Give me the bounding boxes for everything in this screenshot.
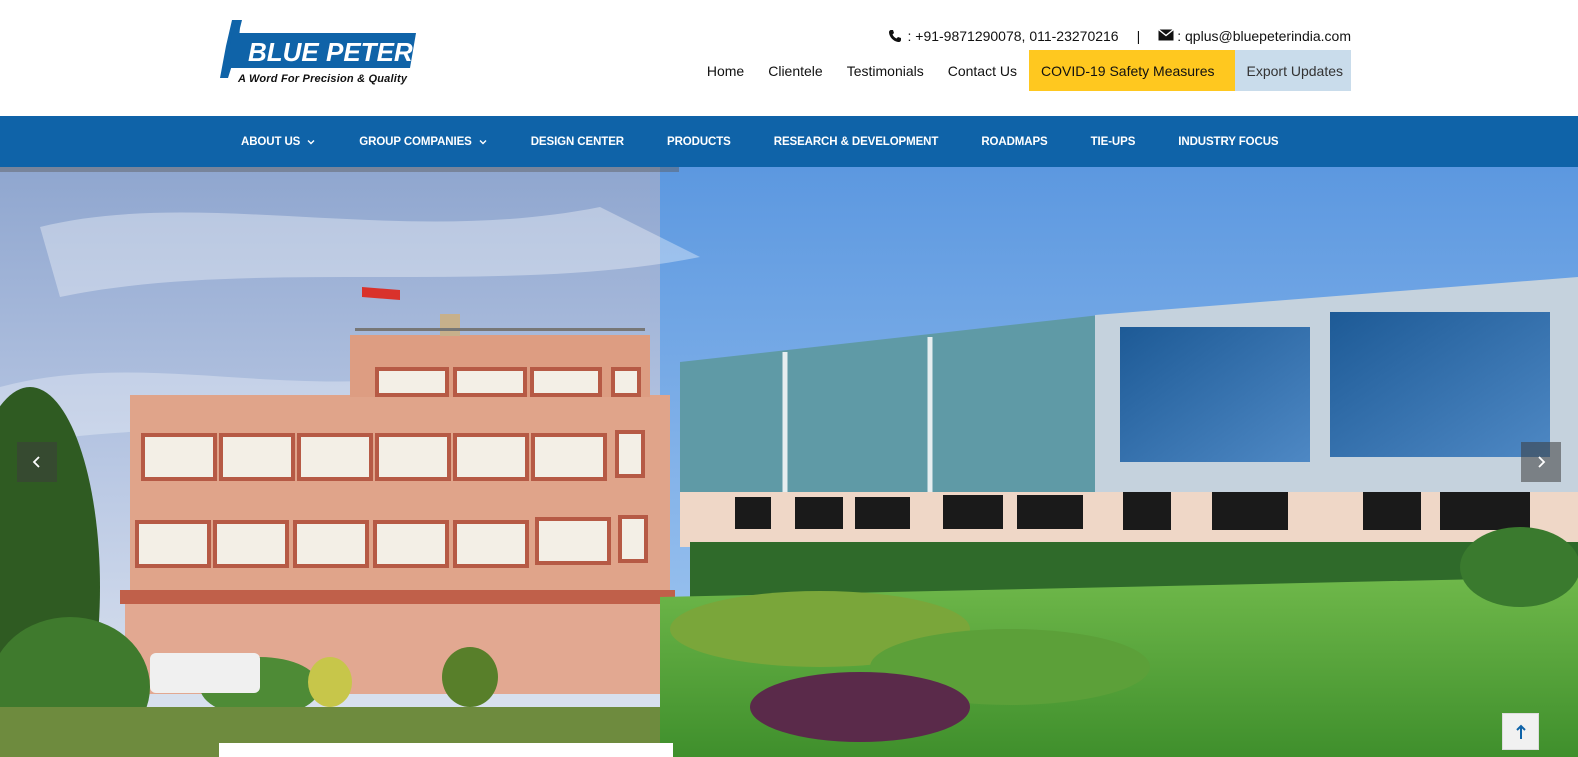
topnav-export-updates-button[interactable]: Export Updates bbox=[1234, 50, 1351, 91]
chevron-left-icon bbox=[31, 455, 43, 469]
nav-group-companies-label: GROUP COMPANIES bbox=[359, 135, 472, 148]
topnav-covid-safety-button[interactable]: COVID-19 Safety Measures bbox=[1028, 50, 1235, 91]
main-navigation: ABOUT US GROUP COMPANIES DESIGN CENTER P… bbox=[0, 116, 1578, 167]
topnav-clientele[interactable]: Clientele bbox=[756, 50, 834, 91]
nav-industry-focus[interactable]: INDUSTRY FOCUS bbox=[1178, 136, 1278, 148]
slider-progress-bar bbox=[0, 167, 679, 172]
arrow-up-icon bbox=[1515, 724, 1527, 740]
nav-about-us[interactable]: ABOUT US bbox=[241, 136, 316, 148]
top-navigation: Home Clientele Testimonials Contact Us C… bbox=[695, 50, 1351, 91]
scroll-to-top-button[interactable] bbox=[1502, 713, 1539, 750]
chevron-right-icon bbox=[1535, 455, 1547, 469]
email-link[interactable]: : qplus@bluepeterindia.com bbox=[1177, 28, 1351, 44]
nav-tie-ups[interactable]: TIE-UPS bbox=[1091, 136, 1136, 148]
logo-wordmark: BLUE PETER bbox=[248, 37, 413, 67]
nav-group-companies[interactable]: GROUP COMPANIES bbox=[359, 136, 487, 148]
contact-bar: : +91-9871290078, 011-23270216 | : qplus… bbox=[888, 27, 1351, 45]
nav-design-center[interactable]: DESIGN CENTER bbox=[531, 136, 624, 148]
envelope-icon bbox=[1158, 29, 1175, 43]
phone-numbers[interactable]: : +91-9871290078, 011-23270216 bbox=[907, 28, 1118, 44]
logo-tagline: A Word For Precision & Quality bbox=[238, 73, 408, 85]
site-header: BLUE PETER A Word For Precision & Qualit… bbox=[0, 0, 1578, 116]
topnav-home[interactable]: Home bbox=[695, 50, 756, 91]
nav-products[interactable]: PRODUCTS bbox=[667, 136, 731, 148]
hero-slider[interactable] bbox=[0, 167, 1578, 757]
nav-about-us-label: ABOUT US bbox=[241, 135, 301, 148]
topnav-contact-us[interactable]: Contact Us bbox=[936, 50, 1029, 91]
slide-caption-panel bbox=[219, 743, 673, 757]
nav-research-development[interactable]: RESEARCH & DEVELOPMENT bbox=[774, 136, 939, 148]
phone-icon bbox=[888, 29, 904, 43]
nav-roadmaps[interactable]: ROADMAPS bbox=[981, 136, 1047, 148]
slider-next-button[interactable] bbox=[1521, 442, 1561, 482]
contact-separator: | bbox=[1136, 28, 1141, 44]
chevron-down-icon bbox=[478, 137, 488, 147]
slider-prev-button[interactable] bbox=[17, 442, 57, 482]
chevron-down-icon bbox=[306, 137, 316, 147]
blue-peter-logo[interactable]: BLUE PETER A Word For Precision & Qualit… bbox=[218, 18, 418, 88]
topnav-testimonials[interactable]: Testimonials bbox=[835, 50, 936, 91]
hero-slide-image bbox=[0, 167, 1578, 757]
